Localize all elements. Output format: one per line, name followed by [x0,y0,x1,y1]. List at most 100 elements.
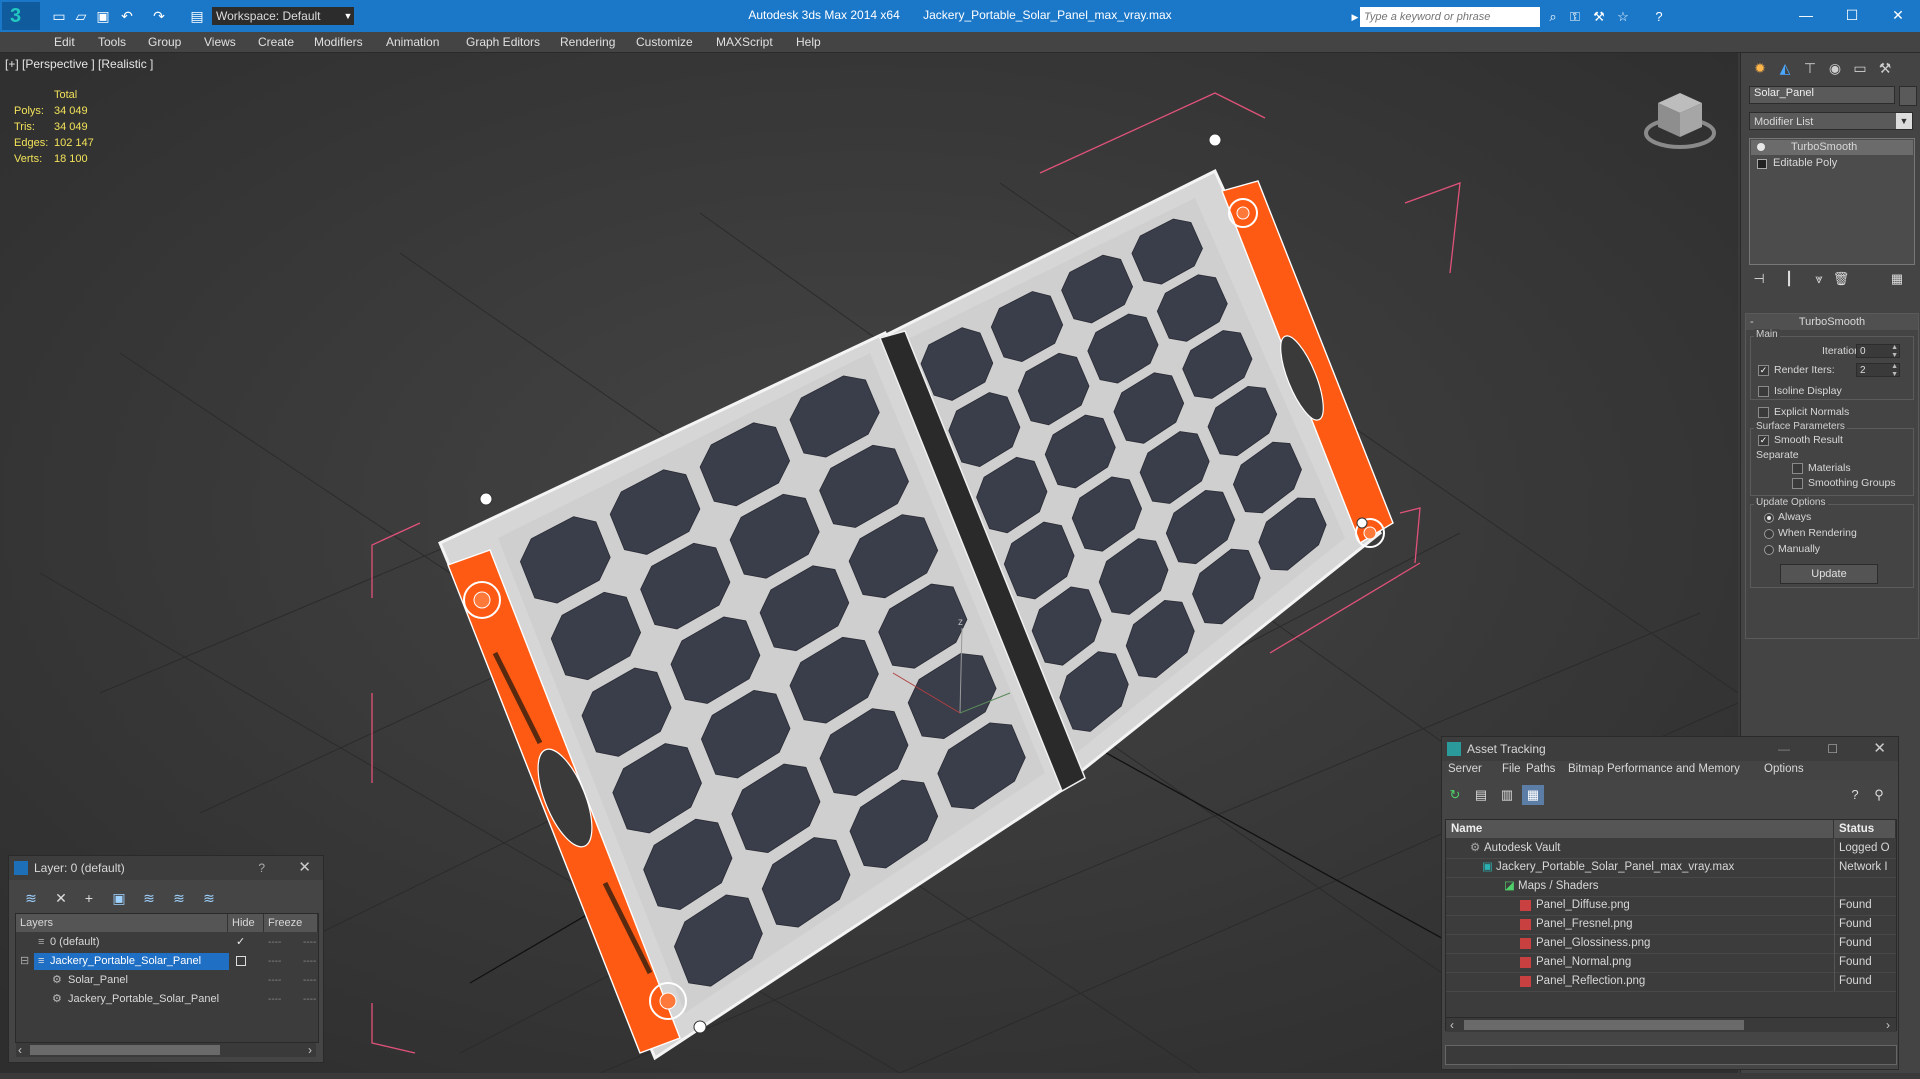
stack-item-editable-poly[interactable]: Editable Poly [1751,156,1913,171]
pin-stack-icon[interactable]: ⊣ [1749,269,1769,289]
workspace-dropdown[interactable]: Workspace: Default ▼ [212,7,352,25]
open-file-icon[interactable]: ▱ [72,7,90,25]
make-unique-icon[interactable]: ⩔ [1809,269,1829,289]
list-view-icon[interactable]: ▤ [1470,785,1492,805]
display-tab-icon[interactable]: ▭ [1849,57,1871,79]
app-menu-button[interactable]: 3 [2,2,40,30]
detail-view-icon[interactable]: ▥ [1496,785,1518,805]
maximize-icon[interactable]: ☐ [1827,737,1838,761]
viewport-label[interactable]: [+] [Perspective ] [Realistic ] [5,57,153,71]
scroll-right-icon[interactable]: › [1886,1018,1890,1032]
asset-row[interactable]: Panel_Reflection.png Found [1446,972,1896,992]
show-end-result-icon[interactable]: ┃ [1779,269,1799,289]
delete-layer-icon[interactable]: ✕ [51,888,71,908]
asset-row[interactable]: Panel_Fresnel.png Found [1446,915,1896,935]
menu-tools[interactable]: Tools [98,35,126,49]
iterations-spinner[interactable]: 0 ▲ ▼ [1856,344,1900,359]
column-header-hide[interactable]: Hide [228,914,264,932]
object-color-swatch[interactable] [1899,86,1917,106]
save-icon[interactable]: ▣ [94,7,112,25]
new-file-icon[interactable]: ▭ [50,7,68,25]
close-icon[interactable]: ✕ [1873,737,1886,761]
rollout-header[interactable]: - TurboSmooth [1746,314,1918,330]
configure-sets-icon[interactable]: ▦ [1887,269,1907,289]
layer-horizontal-scrollbar[interactable]: ‹ › [16,1042,316,1057]
menu-graph-editors[interactable]: Graph Editors [466,35,540,49]
highlight-layer-icon[interactable]: ≋ [139,888,159,908]
binoculars-icon[interactable]: ⌕ [1544,8,1562,26]
menu-customize[interactable]: Customize [636,35,693,49]
help-icon[interactable]: ? [1844,785,1866,805]
asset-horizontal-scrollbar[interactable]: ‹ › [1446,1017,1896,1032]
menu-paths[interactable]: Paths [1526,763,1555,775]
key-icon[interactable]: ⚿ [1566,8,1584,26]
menu-options[interactable]: Options [1764,763,1804,775]
update-button[interactable]: Update [1780,564,1878,584]
current-layer-check-icon[interactable]: ✓ [236,933,245,952]
remove-modifier-icon[interactable]: 🗑 [1831,269,1851,289]
menu-server[interactable]: Server [1448,763,1482,775]
menu-bitmap-performance[interactable]: Bitmap Performance and Memory [1568,763,1740,775]
stack-item-turbosmooth[interactable]: TurboSmooth [1751,140,1913,155]
motion-tab-icon[interactable]: ◉ [1824,57,1846,79]
menu-group[interactable]: Group [148,35,181,49]
layer-settings-icon[interactable]: ≋ [21,888,41,908]
menu-rendering[interactable]: Rendering [560,35,615,49]
asset-row[interactable]: Panel_Glossiness.png Found [1446,934,1896,954]
asset-row[interactable]: Panel_Diffuse.png Found [1446,896,1896,916]
smooth-result-checkbox[interactable]: ✓ [1758,435,1769,446]
asset-row[interactable]: Panel_Normal.png Found [1446,953,1896,973]
minimize-icon[interactable]: — [1784,0,1828,30]
freeze-all-icon[interactable]: ≋ [199,888,219,908]
menu-maxscript[interactable]: MAXScript [716,35,773,49]
add-layer-icon[interactable]: + [79,888,99,908]
scroll-thumb[interactable] [30,1045,220,1055]
undo-icon[interactable]: ↶ [118,7,136,25]
object-row[interactable]: ⚙ Jackery_Portable_Solar_Panel ---- ---- [16,990,318,1009]
create-tab-icon[interactable]: ✹ [1749,57,1771,79]
pin-icon[interactable]: ⚲ [1868,785,1890,805]
menu-file[interactable]: File [1502,763,1521,775]
utilities-tab-icon[interactable]: ⚒ [1874,57,1896,79]
menu-create[interactable]: Create [258,35,294,49]
help-icon[interactable]: ? [1650,8,1668,26]
always-radio[interactable] [1764,513,1774,523]
when-rendering-radio[interactable] [1764,529,1774,539]
viewcube-icon[interactable] [1642,83,1718,153]
hierarchy-tab-icon[interactable]: ⊤ [1799,57,1821,79]
modify-tab-icon[interactable]: ◭ [1774,57,1796,79]
hide-all-icon[interactable]: ≋ [169,888,189,908]
modifier-list-dropdown[interactable]: Modifier List ▼ [1749,112,1913,130]
close-icon[interactable]: ✕ [298,856,311,880]
scroll-left-icon[interactable]: ‹ [18,1043,22,1057]
select-objects-icon[interactable]: ▣ [109,888,129,908]
scroll-right-icon[interactable]: › [308,1043,312,1057]
table-view-icon[interactable]: ▦ [1522,785,1544,805]
lightbulb-icon[interactable] [1757,143,1765,151]
isoline-display-checkbox[interactable] [1758,386,1769,397]
layer-dialog-titlebar[interactable]: Layer: 0 (default) ? ✕ [9,856,323,880]
menu-edit[interactable]: Edit [54,35,75,49]
materials-checkbox[interactable] [1792,463,1803,474]
asset-row[interactable]: ◪ Maps / Shaders [1446,877,1896,897]
project-folder-icon[interactable]: ▤ [188,7,206,25]
refresh-icon[interactable]: ↻ [1444,785,1466,805]
scroll-thumb[interactable] [1464,1020,1744,1030]
object-name-field[interactable]: Solar_Panel [1749,86,1895,104]
redo-icon[interactable]: ↷ [150,7,168,25]
smoothing-groups-checkbox[interactable] [1792,478,1803,489]
explicit-normals-checkbox[interactable] [1758,407,1769,418]
render-iters-checkbox[interactable]: ✓ [1758,365,1769,376]
close-icon[interactable]: ✕ [1876,0,1920,30]
set-current-box[interactable] [236,956,246,966]
menu-help[interactable]: Help [796,35,821,49]
asset-row[interactable]: ⚙ Autodesk Vault Logged O [1446,839,1896,859]
expand-icon[interactable] [1757,159,1767,169]
layer-row-selected[interactable]: ⊟ ≡ Jackery_Portable_Solar_Panel ---- ---… [16,952,318,971]
column-header-layers[interactable]: Layers [16,914,228,932]
maximize-icon[interactable]: ☐ [1830,0,1874,30]
asset-dialog-titlebar[interactable]: Asset Tracking — ☐ ✕ [1442,737,1898,761]
scroll-left-icon[interactable]: ‹ [1450,1018,1454,1032]
workspace-arrow-icon[interactable]: ▼ [342,7,354,25]
minimize-icon[interactable]: — [1778,737,1790,761]
